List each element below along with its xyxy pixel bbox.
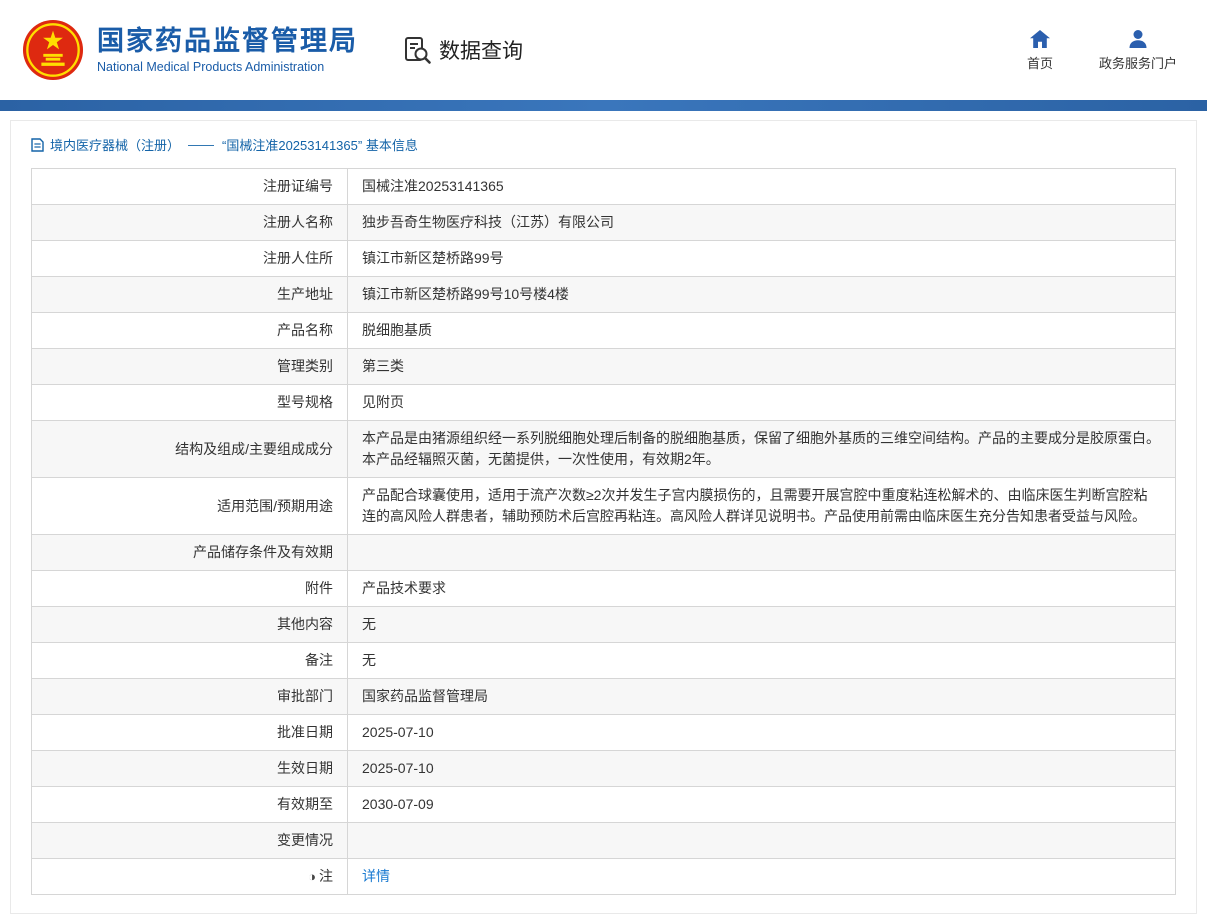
nav-portal-label: 政务服务门户 <box>1099 53 1177 72</box>
row-label: 注册证编号 <box>32 169 348 205</box>
row-value: 2025-07-10 <box>348 751 1176 787</box>
table-row: 其他内容 无 <box>32 607 1176 643</box>
detail-link[interactable]: 详情 <box>362 868 390 884</box>
row-value: 国械注准20253141365 <box>348 169 1176 205</box>
row-value: 镇江市新区楚桥路99号10号楼4楼 <box>348 277 1176 313</box>
user-icon <box>1127 29 1149 49</box>
table-row: 有效期至 2030-07-09 <box>32 787 1176 823</box>
table-row: ◑注 详情 <box>32 859 1176 895</box>
logo-block: 国家药品监督管理局 National Medical Products Admi… <box>22 19 358 81</box>
row-value: 产品技术要求 <box>348 571 1176 607</box>
table-row: 变更情况 <box>32 823 1176 859</box>
row-label: 产品名称 <box>32 313 348 349</box>
row-label: 生效日期 <box>32 751 348 787</box>
row-value: 产品配合球囊使用，适用于流产次数≥2次并发生子宫内膜损伤的，且需要开展宫腔中重度… <box>348 478 1176 535</box>
note-icon: ◑ <box>308 869 316 884</box>
table-row: 生效日期 2025-07-10 <box>32 751 1176 787</box>
row-label: 有效期至 <box>32 787 348 823</box>
nav-home-label: 首页 <box>1027 53 1053 72</box>
table-row: 审批部门 国家药品监督管理局 <box>32 679 1176 715</box>
page: 国家药品监督管理局 National Medical Products Admi… <box>0 0 1207 914</box>
org-name-cn: 国家药品监督管理局 <box>97 26 358 57</box>
row-label: 适用范围/预期用途 <box>32 478 348 535</box>
row-value: 镇江市新区楚桥路99号 <box>348 241 1176 277</box>
row-value: 2025-07-10 <box>348 715 1176 751</box>
row-label: 注 <box>319 868 333 884</box>
table-row: 备注 无 <box>32 643 1176 679</box>
row-value-note: 详情 <box>348 859 1176 895</box>
breadcrumb-current: “国械注准20253141365” 基本信息 <box>222 135 418 154</box>
table-row: 管理类别 第三类 <box>32 349 1176 385</box>
org-names: 国家药品监督管理局 National Medical Products Admi… <box>97 26 358 74</box>
data-query-section[interactable]: 数据查询 <box>402 35 523 65</box>
row-value: 本产品是由猪源组织经一系列脱细胞处理后制备的脱细胞基质，保留了细胞外基质的三维空… <box>348 421 1176 478</box>
table-row: 结构及组成/主要组成成分 本产品是由猪源组织经一系列脱细胞处理后制备的脱细胞基质… <box>32 421 1176 478</box>
table-row: 产品储存条件及有效期 <box>32 535 1176 571</box>
header-divider-bar <box>0 100 1207 111</box>
table-row: 批准日期 2025-07-10 <box>32 715 1176 751</box>
org-name-en: National Medical Products Administration <box>97 60 358 74</box>
breadcrumb-separator: —— <box>188 137 214 152</box>
row-label-note: ◑注 <box>32 859 348 895</box>
content-container: 境内医疗器械（注册） —— “国械注准20253141365” 基本信息 注册证… <box>10 120 1197 914</box>
row-value: 无 <box>348 607 1176 643</box>
nav-home[interactable]: 首页 <box>1027 29 1053 72</box>
table-row: 型号规格 见附页 <box>32 385 1176 421</box>
row-label: 其他内容 <box>32 607 348 643</box>
breadcrumb: 境内医疗器械（注册） —— “国械注准20253141365” 基本信息 <box>11 121 1196 164</box>
table-row: 生产地址 镇江市新区楚桥路99号10号楼4楼 <box>32 277 1176 313</box>
row-value: 无 <box>348 643 1176 679</box>
row-value <box>348 535 1176 571</box>
table-row: 注册人住所 镇江市新区楚桥路99号 <box>32 241 1176 277</box>
registration-info-table: 注册证编号 国械注准20253141365 注册人名称 独步吾奇生物医疗科技（江… <box>31 168 1176 895</box>
row-value: 独步吾奇生物医疗科技（江苏）有限公司 <box>348 205 1176 241</box>
site-header: 国家药品监督管理局 National Medical Products Admi… <box>0 0 1207 100</box>
row-label: 变更情况 <box>32 823 348 859</box>
table-row: 注册人名称 独步吾奇生物医疗科技（江苏）有限公司 <box>32 205 1176 241</box>
row-label: 结构及组成/主要组成成分 <box>32 421 348 478</box>
row-label: 批准日期 <box>32 715 348 751</box>
table-row: 附件 产品技术要求 <box>32 571 1176 607</box>
table-row: 适用范围/预期用途 产品配合球囊使用，适用于流产次数≥2次并发生子宫内膜损伤的，… <box>32 478 1176 535</box>
row-label: 生产地址 <box>32 277 348 313</box>
row-value: 第三类 <box>348 349 1176 385</box>
row-label: 管理类别 <box>32 349 348 385</box>
nav-portal[interactable]: 政务服务门户 <box>1099 29 1177 72</box>
row-label: 注册人住所 <box>32 241 348 277</box>
header-nav: 首页 政务服务门户 <box>1027 29 1177 72</box>
home-icon <box>1029 29 1051 49</box>
row-value: 2030-07-09 <box>348 787 1176 823</box>
row-label: 备注 <box>32 643 348 679</box>
row-label: 型号规格 <box>32 385 348 421</box>
row-label: 附件 <box>32 571 348 607</box>
section-title: 数据查询 <box>439 35 523 65</box>
document-icon <box>31 138 44 152</box>
table-row: 产品名称 脱细胞基质 <box>32 313 1176 349</box>
row-value: 国家药品监督管理局 <box>348 679 1176 715</box>
national-emblem-icon <box>22 19 84 81</box>
row-value <box>348 823 1176 859</box>
row-label: 产品储存条件及有效期 <box>32 535 348 571</box>
data-query-icon <box>402 35 432 65</box>
row-value: 脱细胞基质 <box>348 313 1176 349</box>
breadcrumb-category[interactable]: 境内医疗器械（注册） <box>50 135 180 154</box>
table-row: 注册证编号 国械注准20253141365 <box>32 169 1176 205</box>
row-label: 审批部门 <box>32 679 348 715</box>
row-value: 见附页 <box>348 385 1176 421</box>
row-label: 注册人名称 <box>32 205 348 241</box>
